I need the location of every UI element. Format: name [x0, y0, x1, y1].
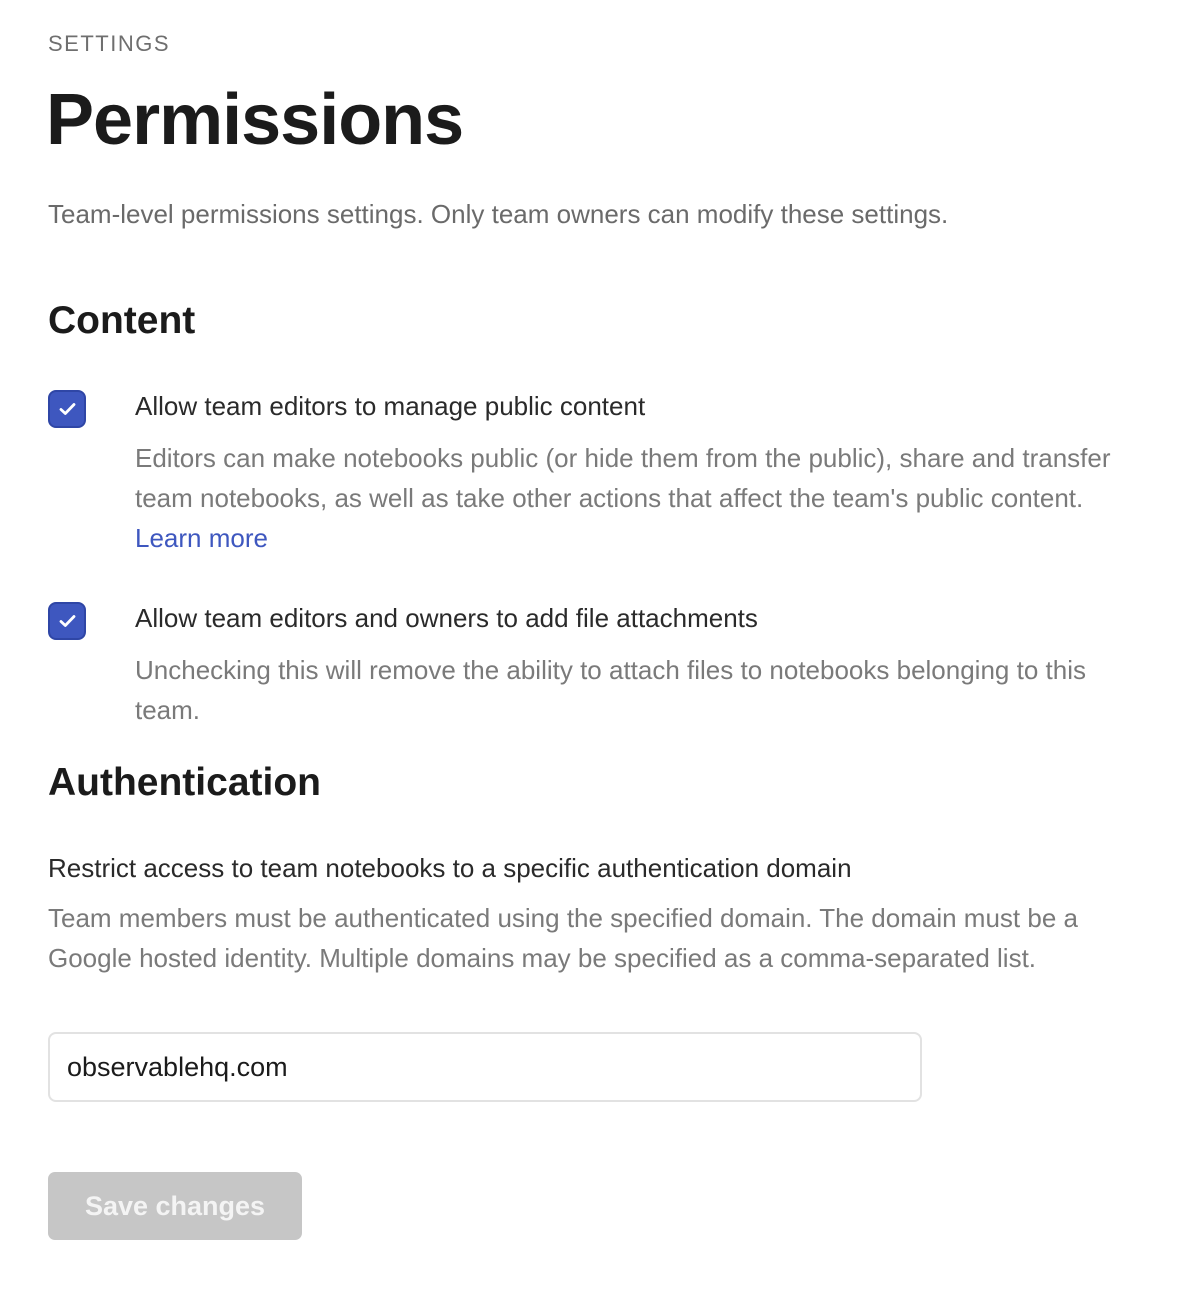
- section-title-authentication: Authentication: [48, 761, 321, 804]
- domain-field-help: Team members must be authenticated using…: [48, 903, 1078, 973]
- page-title: Permissions: [46, 80, 464, 160]
- permissions-page: SETTINGS Permissions Team-level permissi…: [0, 0, 1188, 1290]
- breadcrumb-settings: SETTINGS: [48, 31, 171, 56]
- option-help: Editors can make notebooks public (or hi…: [135, 438, 1135, 558]
- learn-more-link[interactable]: Learn more: [135, 523, 268, 553]
- option-label: Allow team editors to manage public cont…: [135, 391, 646, 421]
- page-description: Team-level permissions settings. Only te…: [48, 199, 949, 229]
- option-label: Allow team editors and owners to add fil…: [135, 603, 758, 633]
- option-help: Unchecking this will remove the ability …: [135, 655, 1086, 725]
- section-title-content: Content: [48, 299, 196, 342]
- option-body: Allow team editors and owners to add fil…: [135, 600, 1135, 730]
- option-help-text: Editors can make notebooks public (or hi…: [135, 443, 1111, 513]
- option-body: Allow team editors to manage public cont…: [135, 388, 1135, 558]
- checkmark-icon: [59, 615, 76, 627]
- manage-public-content-checkbox[interactable]: [48, 390, 86, 428]
- save-changes-button[interactable]: Save changes: [48, 1172, 302, 1240]
- domain-field-label: Restrict access to team notebooks to a s…: [48, 853, 852, 883]
- auth-domain-input[interactable]: [48, 1032, 922, 1102]
- file-attachments-checkbox[interactable]: [48, 602, 86, 640]
- checkmark-icon: [59, 403, 76, 415]
